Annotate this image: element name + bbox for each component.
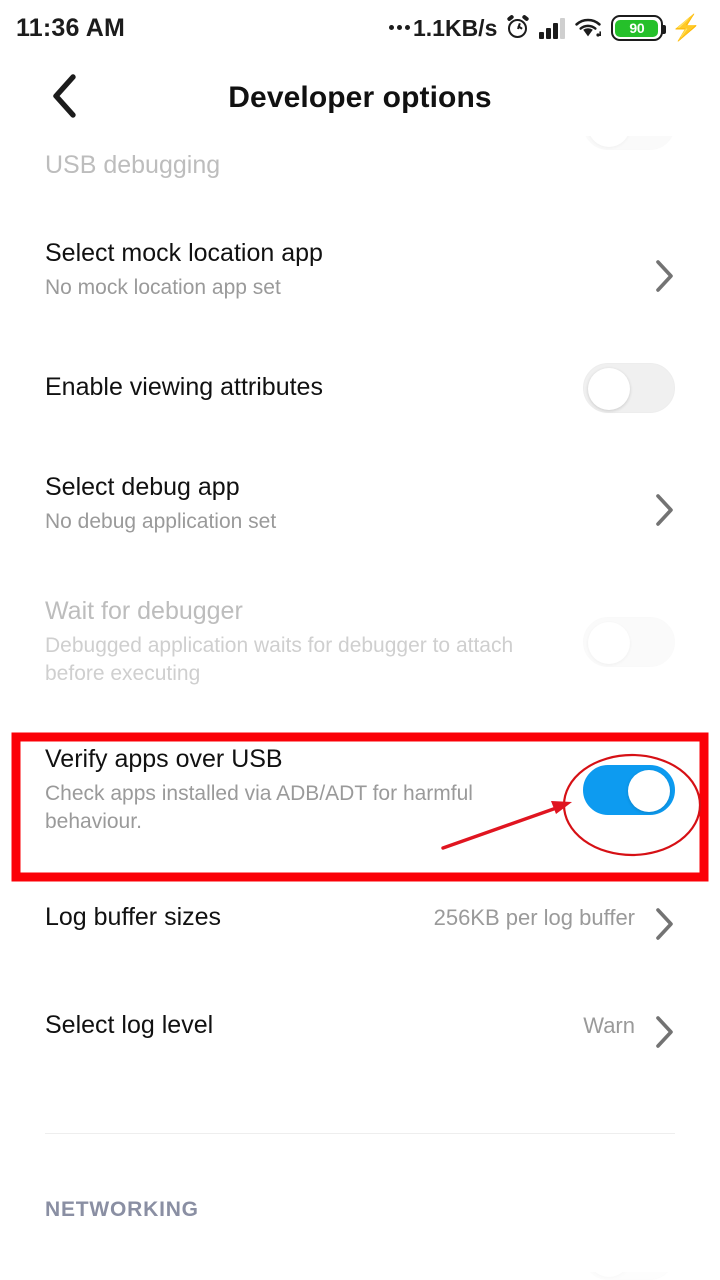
chevron-right-icon bbox=[653, 493, 675, 526]
setting-subtitle: No mock location app set bbox=[45, 276, 281, 300]
lightning-bolt-icon: ⚡ bbox=[670, 13, 702, 42]
network-speed-value: 1.1KB/s bbox=[412, 14, 498, 41]
phone-screen: 11:36 AM 1.1KB/s 90 ⚡ Developer options … bbox=[0, 0, 720, 1280]
setting-value: Warn bbox=[583, 1013, 635, 1038]
settings-list: USB debugging Select mock location app N… bbox=[0, 136, 720, 1080]
toggle-switch[interactable] bbox=[583, 1272, 675, 1280]
setting-row-usb-debugging[interactable]: USB debugging bbox=[0, 136, 720, 204]
setting-subtitle: No debug application set bbox=[45, 510, 277, 534]
ellipsis-icon bbox=[388, 24, 410, 32]
toggle-knob bbox=[588, 622, 630, 664]
app-header: Developer options bbox=[0, 56, 720, 140]
setting-title: USB debugging bbox=[45, 151, 221, 179]
usb-debugging-toggle-partial[interactable] bbox=[583, 136, 675, 150]
section-header-networking: NETWORKING bbox=[45, 1198, 199, 1221]
page-title: Developer options bbox=[228, 81, 492, 114]
setting-row-log-buffer-sizes[interactable]: Log buffer sizes 256KB per log buffer bbox=[0, 864, 720, 972]
cellular-signal-icon bbox=[539, 17, 565, 39]
setting-subtitle: Check apps installed via ADB/ADT for har… bbox=[45, 782, 473, 834]
setting-title: Enable viewing attributes bbox=[45, 373, 323, 402]
setting-title: Wait for debugger bbox=[45, 597, 243, 626]
chevron-left-icon bbox=[50, 73, 80, 124]
setting-row-wait-for-debugger: Wait for debugger Debugged application w… bbox=[0, 568, 720, 716]
setting-title: Select log level bbox=[45, 1011, 214, 1040]
setting-title: Select debug app bbox=[45, 473, 240, 502]
wifi-icon bbox=[574, 17, 602, 39]
section-divider bbox=[45, 1133, 675, 1134]
alarm-clock-icon bbox=[506, 14, 530, 40]
toggle-knob bbox=[588, 368, 630, 410]
enable-viewing-attributes-toggle[interactable] bbox=[583, 363, 675, 413]
back-button[interactable] bbox=[33, 66, 97, 130]
setting-value: 256KB per log buffer bbox=[433, 905, 635, 930]
setting-title: Log buffer sizes bbox=[45, 903, 222, 932]
network-speed-indicator: 1.1KB/s bbox=[388, 14, 498, 42]
setting-title: Select mock location app bbox=[45, 239, 323, 268]
wait-for-debugger-toggle bbox=[583, 617, 675, 667]
chevron-right-icon bbox=[653, 907, 675, 940]
toggle-knob bbox=[628, 770, 670, 812]
setting-row-select-mock-location-app[interactable]: Select mock location app No mock locatio… bbox=[0, 204, 720, 336]
verify-apps-over-usb-toggle[interactable] bbox=[583, 765, 675, 815]
setting-row-select-log-level[interactable]: Select log level Warn bbox=[0, 972, 720, 1080]
toggle-knob bbox=[588, 136, 630, 147]
status-bar-icons: 1.1KB/s 90 ⚡ bbox=[388, 13, 702, 42]
status-bar-clock: 11:36 AM bbox=[16, 13, 126, 42]
chevron-right-icon bbox=[653, 259, 675, 292]
setting-row-enable-viewing-attributes[interactable]: Enable viewing attributes bbox=[0, 336, 720, 440]
setting-row-select-debug-app[interactable]: Select debug app No debug application se… bbox=[0, 440, 720, 568]
status-bar: 11:36 AM 1.1KB/s 90 ⚡ bbox=[0, 0, 720, 56]
next-setting-toggle-partial[interactable] bbox=[583, 1272, 675, 1280]
battery-level-label: 90 bbox=[615, 19, 659, 37]
setting-title: Verify apps over USB bbox=[45, 745, 283, 774]
chevron-right-icon bbox=[653, 1015, 675, 1048]
battery-icon: 90 bbox=[610, 15, 667, 41]
toggle-switch[interactable] bbox=[583, 136, 675, 150]
setting-subtitle: Debugged application waits for debugger … bbox=[45, 634, 514, 686]
toggle-knob bbox=[588, 1272, 630, 1277]
setting-row-verify-apps-over-usb[interactable]: Verify apps over USB Check apps installe… bbox=[0, 716, 720, 864]
